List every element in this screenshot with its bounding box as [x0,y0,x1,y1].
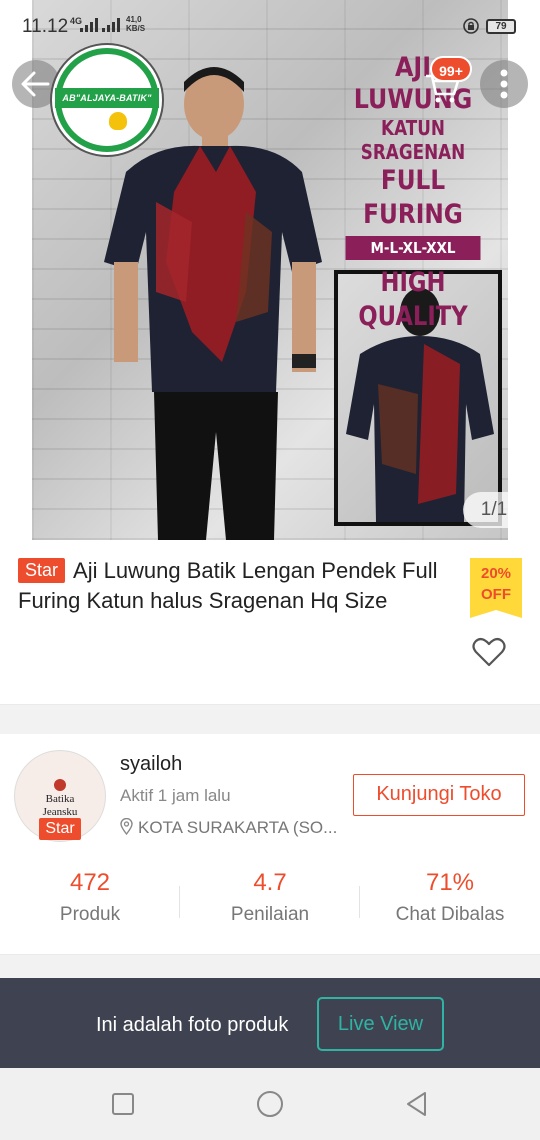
avatar-flower [54,779,66,791]
back-triangle-nav-icon[interactable] [403,1090,431,1118]
promo-text-block: AJI LUWUNG KATUN SRAGENAN FULL FURING M-… [334,52,492,334]
brand-logo: AB"ALJAYA-BATIK" [55,48,159,152]
more-vertical-icon [500,69,508,99]
promo-line: FULL FURING [363,165,463,230]
more-options-button[interactable] [480,60,528,108]
logo-text: AB"ALJAYA-BATIK" [55,88,159,108]
logo-flame [109,112,127,130]
section-divider [0,954,540,978]
stat-rating: 4.7 Penilaian [180,866,360,930]
location-pin-icon [120,818,133,835]
live-view-bar: Ini adalah foto produk Live View [0,978,540,1068]
signal-icon [102,18,120,32]
stat-products: 472 Produk [0,866,180,930]
network-speed: 41,0 KB/S [126,15,146,33]
live-view-button[interactable]: Live View [317,997,444,1051]
heart-icon[interactable] [472,636,506,668]
promo-line: HIGH QUALITY [358,267,468,332]
shop-last-active: Aktif 1 jam lalu [120,786,231,805]
product-title: Aji Luwung Batik Lengan Pendek Full Furi… [18,558,438,613]
stat-chat-response: 71% Chat Dibalas [360,866,540,930]
avatar-brand: Batika Jeansku [42,793,78,818]
discount-label: OFF [481,586,511,603]
discount-percent: 20% [480,565,512,582]
back-button[interactable] [12,60,60,108]
signal-icon [80,18,98,32]
section-divider [0,704,540,734]
cart-badge[interactable]: 99+ [430,56,472,82]
shop-name[interactable]: syailoh [120,753,182,776]
status-bar: 11.12 4G 41,0 KB/S 79 [0,0,540,52]
promo-sizes: M-L-XL-XXL [345,236,481,260]
battery-indicator: 79 [486,19,516,34]
system-nav-bar [0,1068,540,1140]
square-nav-icon[interactable] [109,1090,137,1118]
status-time: 11.12 [22,16,69,37]
stat-value: 472 [69,869,111,896]
stat-label: Penilaian [230,904,310,925]
back-arrow-icon [21,71,50,97]
stat-label: Produk [59,904,121,925]
promo-line: KATUN SRAGENAN [360,116,466,164]
image-page-indicator: 1/1 [463,492,525,528]
discount-badge: 20% OFF [470,558,522,618]
shop-stats: 472 Produk 4.7 Penilaian 71% Chat Dibala… [0,866,540,942]
product-title-block: Star Aji Luwung Batik Lengan Pendek Full … [18,556,468,616]
live-view-text: Ini adalah foto produk [96,1014,289,1036]
shop-location: KOTA SURAKARTA (SO... [138,818,338,837]
product-image-carousel[interactable]: 11.12 4G 41,0 KB/S 79 AB"ALJAYA-BATIK" A… [0,0,540,540]
visit-shop-button[interactable]: Kunjungi Toko [353,774,525,816]
stat-value: 71% [425,869,475,896]
home-circle-nav-icon[interactable] [256,1090,284,1118]
rotation-lock-icon [463,18,479,34]
shop-star-tag: Star [39,818,81,840]
stat-label: Chat Dibalas [395,904,505,925]
stat-value: 4.7 [253,869,287,896]
star-seller-tag: Star [18,558,66,583]
